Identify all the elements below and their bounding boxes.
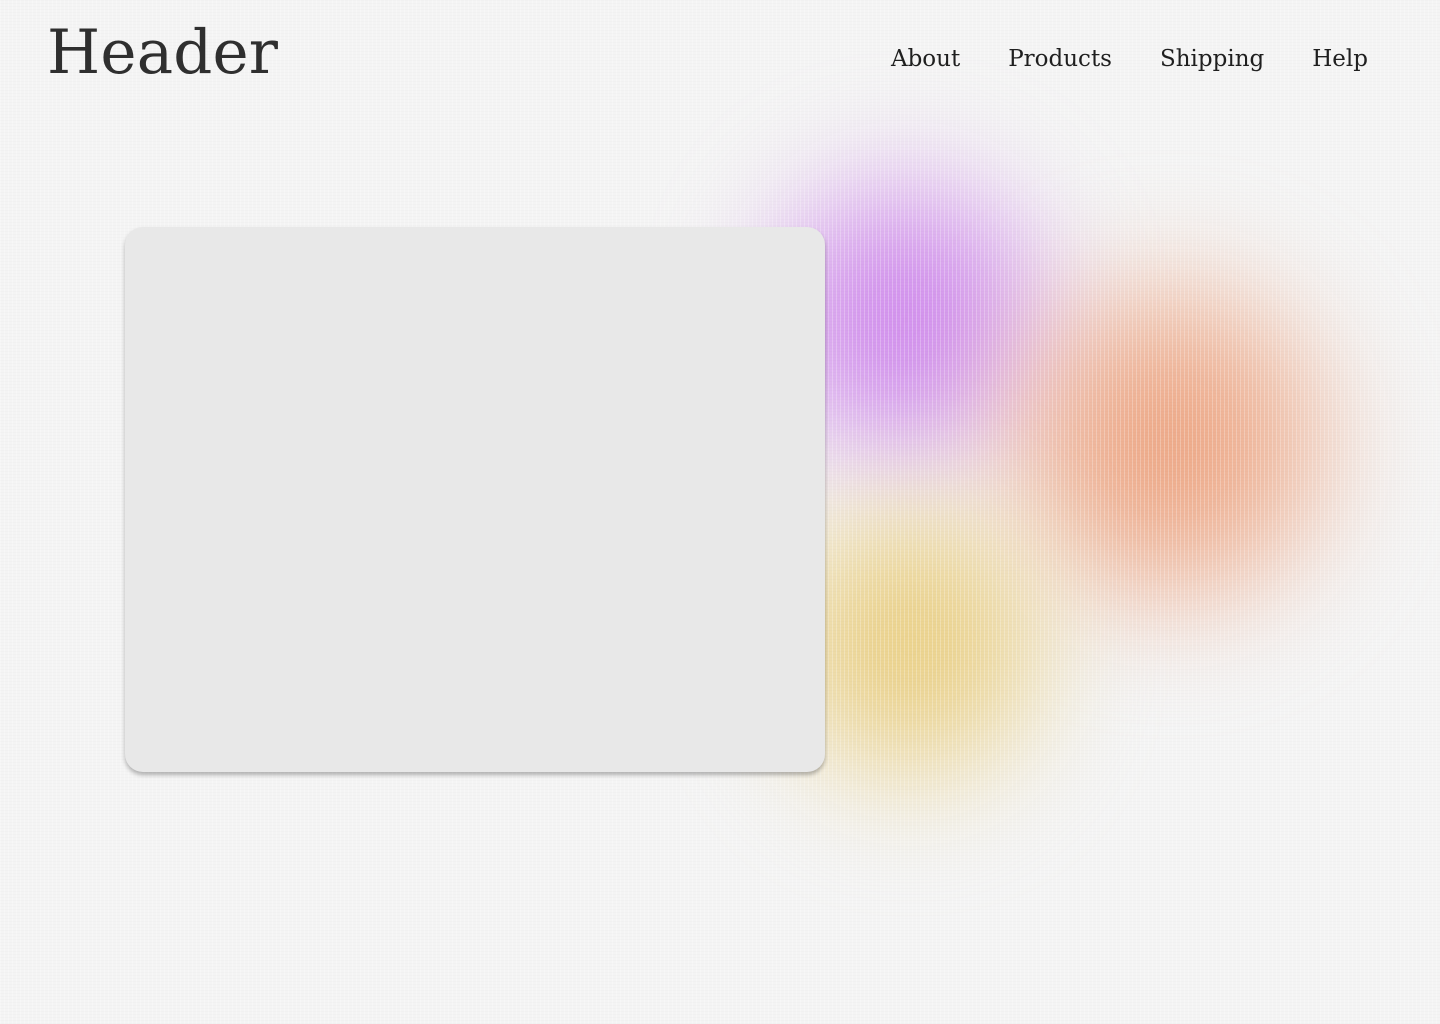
content-card: [125, 227, 825, 772]
site-header: Header About Products Shipping Help: [0, 0, 1440, 110]
site-title: Header: [47, 17, 279, 88]
nav-item-shipping[interactable]: Shipping: [1160, 41, 1264, 77]
nav-item-products[interactable]: Products: [1008, 41, 1112, 77]
primary-nav: About Products Shipping Help: [891, 41, 1368, 77]
nav-item-about[interactable]: About: [891, 41, 960, 77]
nav-item-help[interactable]: Help: [1312, 41, 1368, 77]
